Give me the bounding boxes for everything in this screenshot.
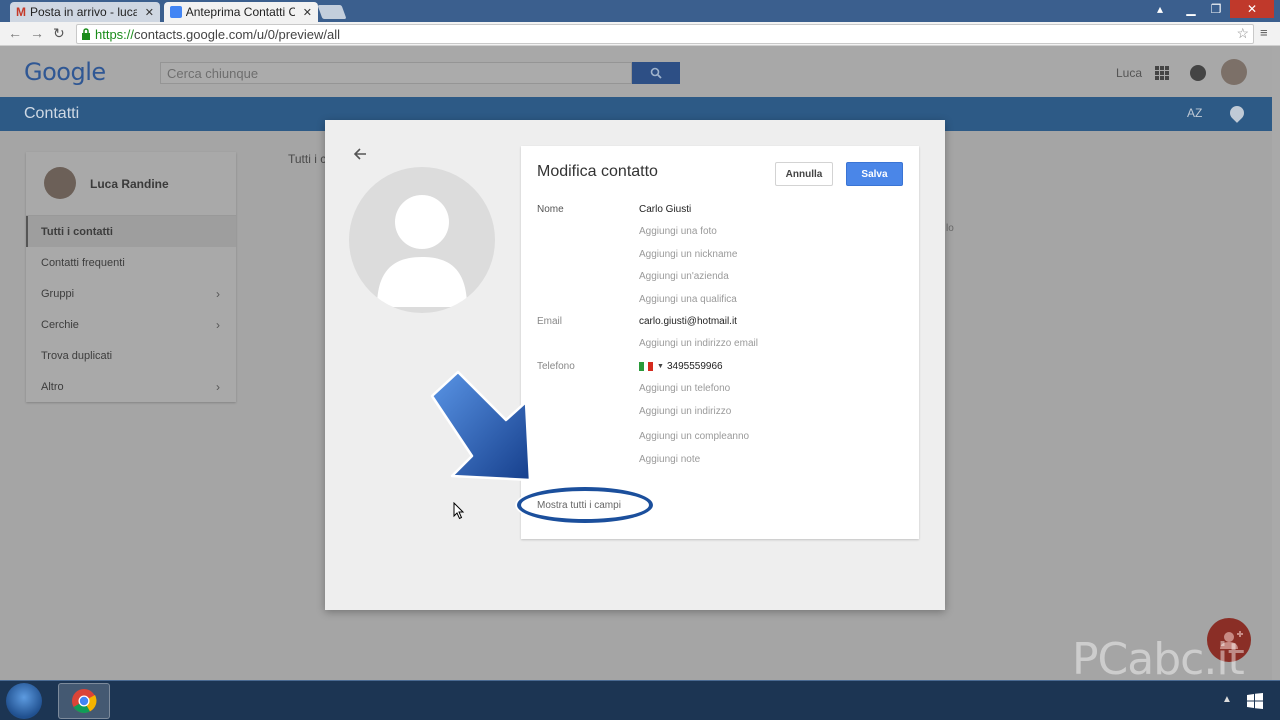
scrollbar[interactable] xyxy=(1272,46,1280,680)
start-button[interactable] xyxy=(6,683,42,719)
add-email-link[interactable]: Aggiungi un indirizzo email xyxy=(639,338,758,349)
chevron-down-icon[interactable]: ▼ xyxy=(657,363,664,370)
chrome-menu-icon[interactable]: ≡ xyxy=(1260,25,1268,40)
browser-titlebar: M Posta in arrivo - luca ✕ Anteprima Con… xyxy=(0,0,1280,22)
apps-grid-icon[interactable] xyxy=(1155,66,1169,80)
taskbar-chrome-button[interactable] xyxy=(58,683,110,719)
chevron-right-icon: › xyxy=(216,379,220,394)
search-button[interactable] xyxy=(632,62,680,84)
location-pin-icon[interactable] xyxy=(1227,103,1247,123)
address-bar[interactable]: https://contacts.google.com/u/0/preview/… xyxy=(76,24,1254,44)
phone-field[interactable]: 3495559966 xyxy=(667,361,723,372)
google-header: Google Cerca chiunque Luca xyxy=(0,46,1280,97)
cancel-button[interactable]: Annulla xyxy=(775,162,833,186)
add-nickname-link[interactable]: Aggiungi un nickname xyxy=(639,249,737,260)
close-icon[interactable]: ✕ xyxy=(145,6,154,19)
watermark: PCabc.it xyxy=(1072,634,1245,685)
tab-contacts[interactable]: Anteprima Contatti C ✕ xyxy=(164,2,318,22)
url-path: contacts.google.com/u/0/preview/all xyxy=(134,26,340,42)
chevron-right-icon: › xyxy=(216,286,220,301)
profile-icon[interactable]: ▴ xyxy=(1150,0,1170,18)
search-input[interactable]: Cerca chiunque xyxy=(160,62,632,84)
reload-icon[interactable]: ↻ xyxy=(53,25,65,42)
search-icon xyxy=(650,67,662,79)
email-label: Email xyxy=(537,316,563,327)
gmail-icon: M xyxy=(16,5,26,19)
google-logo[interactable]: Google xyxy=(24,58,106,86)
restore-icon[interactable]: ❐ xyxy=(1205,0,1227,18)
add-notes-link[interactable]: Aggiungi note xyxy=(639,454,700,465)
sidebar-item-label: Gruppi xyxy=(41,287,75,300)
email-field[interactable]: carlo.giusti@hotmail.it xyxy=(639,316,737,327)
avatar xyxy=(44,167,76,199)
contacts-icon xyxy=(170,6,182,18)
annotation-arrow xyxy=(430,370,532,482)
chrome-icon xyxy=(72,689,97,714)
sidebar-user-name: Luca Randine xyxy=(90,177,169,191)
minimize-icon[interactable]: ▁ xyxy=(1180,0,1202,18)
add-phone-link[interactable]: Aggiungi un telefono xyxy=(639,383,730,394)
sidebar: Luca Randine Tutti i contatti Contatti f… xyxy=(26,152,236,402)
sidebar-item-frequent[interactable]: Contatti frequenti xyxy=(26,247,236,278)
tray-expand-icon[interactable]: ▲ xyxy=(1222,694,1232,705)
windows-taskbar: ▲ xyxy=(0,680,1280,720)
back-nav-icon[interactable]: ← xyxy=(8,25,22,41)
add-birthday-link[interactable]: Aggiungi un compleanno xyxy=(639,431,749,442)
sidebar-item-groups[interactable]: Gruppi › xyxy=(26,278,236,309)
window-close-icon[interactable]: ✕ xyxy=(1230,0,1274,18)
add-company-link[interactable]: Aggiungi un'azienda xyxy=(639,271,729,282)
add-address-link[interactable]: Aggiungi un indirizzo xyxy=(639,406,731,417)
contact-photo-placeholder[interactable] xyxy=(349,167,495,313)
breadcrumb: Tutti i c xyxy=(288,152,327,166)
url-scheme: https:// xyxy=(95,26,135,42)
phone-label: Telefono xyxy=(537,361,575,372)
tab-title: Posta in arrivo - luca xyxy=(30,5,137,19)
back-arrow-icon[interactable] xyxy=(351,145,369,163)
avatar[interactable] xyxy=(1221,59,1247,85)
sidebar-item-more[interactable]: Altro › xyxy=(26,371,236,402)
chevron-right-icon: › xyxy=(216,317,220,332)
sidebar-item-find-duplicates[interactable]: Trova duplicati xyxy=(26,340,236,371)
lock-icon xyxy=(82,28,90,40)
user-name[interactable]: Luca xyxy=(1116,66,1142,80)
mouse-cursor-icon xyxy=(453,502,465,520)
notifications-icon[interactable] xyxy=(1190,65,1206,81)
annotation-circle xyxy=(517,487,653,523)
tab-gmail[interactable]: M Posta in arrivo - luca ✕ xyxy=(10,2,160,22)
name-label: Nome xyxy=(537,204,564,215)
sidebar-item-label: Cerchie xyxy=(41,318,79,331)
italy-flag-icon[interactable] xyxy=(639,362,654,371)
sort-az-icon[interactable]: AZ xyxy=(1187,106,1202,120)
bookmark-star-icon[interactable]: ☆ xyxy=(1236,25,1249,42)
page-title: Contatti xyxy=(24,105,80,122)
tab-title: Anteprima Contatti C xyxy=(185,5,295,19)
dialog-title: Modifica contatto xyxy=(537,163,658,180)
save-button[interactable]: Salva xyxy=(846,162,903,186)
sidebar-item-label: Altro xyxy=(41,380,64,393)
edit-contact-dialog: Modifica contatto Annulla Salva Nome Car… xyxy=(325,120,945,610)
sidebar-item-label: Contatti frequenti xyxy=(41,256,125,269)
add-title-link[interactable]: Aggiungi una qualifica xyxy=(639,294,737,305)
background-text: lo xyxy=(946,223,954,234)
windows-flag-icon[interactable] xyxy=(1246,692,1264,710)
sidebar-item-label: Trova duplicati xyxy=(41,349,113,362)
sidebar-item-all-contacts[interactable]: Tutti i contatti xyxy=(26,216,236,247)
add-photo-link[interactable]: Aggiungi una foto xyxy=(639,226,717,237)
sidebar-item-circles[interactable]: Cerchie › xyxy=(26,309,236,340)
forward-nav-icon[interactable]: → xyxy=(30,25,44,41)
person-icon xyxy=(377,195,467,307)
browser-toolbar: ← → ↻ https://contacts.google.com/u/0/pr… xyxy=(0,22,1280,46)
sidebar-item-label: Tutti i contatti xyxy=(41,225,113,238)
sidebar-user: Luca Randine xyxy=(26,152,236,216)
name-field[interactable]: Carlo Giusti xyxy=(639,204,691,215)
new-tab-button[interactable] xyxy=(317,5,347,19)
close-icon[interactable]: ✕ xyxy=(303,6,312,19)
edit-contact-card: Modifica contatto Annulla Salva Nome Car… xyxy=(521,146,919,539)
